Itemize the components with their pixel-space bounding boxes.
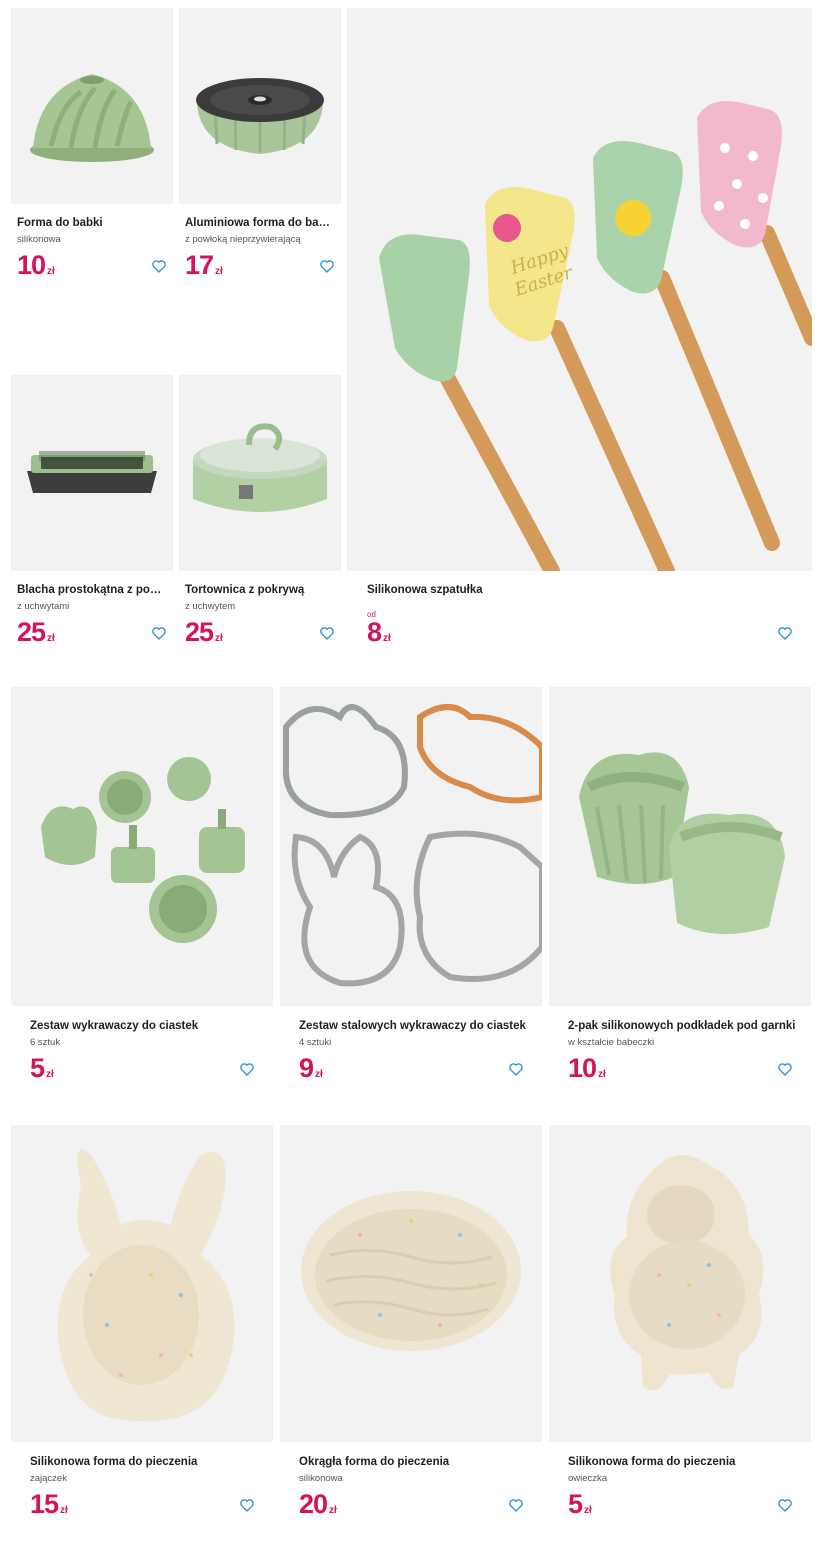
product-title[interactable]: Okrągła forma do pieczenia [299, 1456, 529, 1468]
product-image[interactable] [11, 375, 173, 571]
product-subtitle: silikonowa [17, 234, 61, 245]
product-image[interactable] [11, 8, 173, 204]
price-value: 20 [299, 1489, 328, 1519]
product-image[interactable] [549, 687, 811, 1006]
price-currency: zł [215, 266, 223, 277]
product-title[interactable]: Silikonowa szpatułka [367, 584, 667, 596]
product-price: 25 zł [185, 617, 223, 648]
price-value: 5 [568, 1489, 583, 1519]
product-subtitle: zajączek [30, 1473, 67, 1484]
heart-icon[interactable] [508, 1061, 524, 1077]
price-value: 25 [17, 617, 46, 647]
product-subtitle: z uchwytem [185, 601, 236, 612]
product-price: 9 zł [299, 1053, 323, 1084]
product-price: 17 zł [185, 250, 223, 281]
product-image[interactable] [11, 687, 273, 1006]
price-currency: zł [60, 1505, 68, 1516]
heart-icon[interactable] [239, 1061, 255, 1077]
price-currency: zł [383, 633, 391, 644]
price-currency: zł [598, 1069, 606, 1080]
product-subtitle: z uchwytami [17, 601, 70, 612]
product-title[interactable]: Zestaw stalowych wykrawaczy do ciastek [299, 1020, 529, 1032]
product-price: 5 zł [568, 1489, 592, 1520]
price-currency: zł [584, 1505, 592, 1516]
product-image[interactable] [280, 1125, 542, 1442]
product-price: 25 zł [17, 617, 55, 648]
price-value: 10 [568, 1053, 597, 1083]
price-currency: zł [215, 633, 223, 644]
price-currency: zł [329, 1505, 337, 1516]
product-title[interactable]: 2-pak silikonowych podkładek pod garnki [568, 1020, 808, 1032]
product-price: 5 zł [30, 1053, 54, 1084]
product-subtitle: w kształcie babeczki [568, 1037, 655, 1048]
price-value: 9 [299, 1053, 314, 1083]
price-currency: zł [315, 1069, 323, 1080]
heart-icon[interactable] [319, 625, 335, 641]
product-title[interactable]: Tortownica z pokrywą [185, 584, 335, 596]
product-title[interactable]: Silikonowa forma do pieczenia [30, 1456, 260, 1468]
product-image[interactable] [179, 8, 341, 204]
product-title[interactable]: Forma do babki [17, 217, 167, 229]
product-image[interactable] [11, 1125, 273, 1442]
product-image[interactable] [280, 687, 542, 1006]
product-title[interactable]: Blacha prostokątna z pokr... [17, 584, 167, 596]
price-currency: zł [46, 1069, 54, 1080]
price-currency: zł [47, 266, 55, 277]
price-currency: zł [47, 633, 55, 644]
heart-icon[interactable] [239, 1497, 255, 1513]
product-subtitle: owieczka [568, 1473, 608, 1484]
price-value: 25 [185, 617, 214, 647]
heart-icon[interactable] [777, 625, 793, 641]
product-image[interactable]: Happy Easter [347, 8, 812, 571]
heart-icon[interactable] [151, 625, 167, 641]
price-value: 15 [30, 1489, 59, 1519]
product-title[interactable]: Silikonowa forma do pieczenia [568, 1456, 798, 1468]
product-subtitle: silikonowa [299, 1473, 343, 1484]
product-image[interactable] [549, 1125, 811, 1442]
product-price: 10 zł [568, 1053, 606, 1084]
price-value: 8 [367, 617, 382, 647]
product-image[interactable] [179, 375, 341, 571]
product-price: 10 zł [17, 250, 55, 281]
price-value: 17 [185, 250, 214, 280]
heart-icon[interactable] [777, 1497, 793, 1513]
product-subtitle: 4 sztuki [299, 1037, 332, 1048]
price-value: 5 [30, 1053, 45, 1083]
price-value: 10 [17, 250, 46, 280]
heart-icon[interactable] [777, 1061, 793, 1077]
product-price: 15 zł [30, 1489, 68, 1520]
heart-icon[interactable] [508, 1497, 524, 1513]
product-title[interactable]: Aluminiowa forma do babki [185, 217, 335, 229]
product-price: 8 zł [367, 617, 391, 648]
product-subtitle: z powłoką nieprzywierającą [185, 234, 301, 245]
product-subtitle: 6 sztuk [30, 1037, 61, 1048]
heart-icon[interactable] [151, 258, 167, 274]
product-price: 20 zł [299, 1489, 337, 1520]
product-title[interactable]: Zestaw wykrawaczy do ciastek [30, 1020, 260, 1032]
heart-icon[interactable] [319, 258, 335, 274]
